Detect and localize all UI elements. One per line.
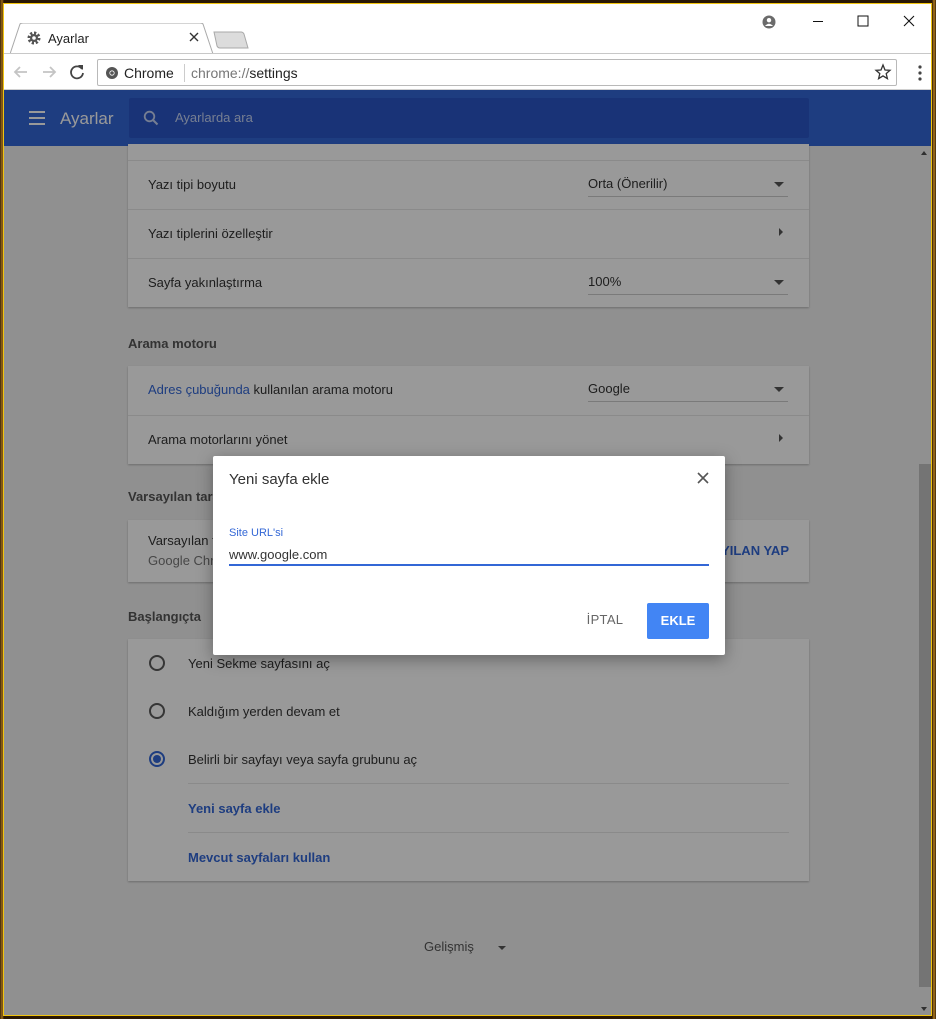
back-icon[interactable] [12, 63, 30, 81]
close-icon[interactable] [695, 470, 711, 486]
minimize-button[interactable] [802, 10, 834, 34]
chrome-icon [105, 66, 119, 80]
add-page-dialog: Yeni sayfa ekle Site URL'si İPTAL EKLE [213, 456, 725, 655]
omnibox-chip: Chrome [124, 65, 174, 81]
menu-dots-icon[interactable] [917, 64, 923, 82]
site-url-field[interactable] [229, 544, 709, 566]
reload-icon[interactable] [68, 63, 86, 81]
profile-icon[interactable] [753, 10, 785, 34]
dialog-title: Yeni sayfa ekle [229, 471, 330, 488]
new-tab-button[interactable] [213, 31, 249, 49]
site-url-label: Site URL'si [229, 527, 284, 539]
add-button[interactable]: EKLE [647, 603, 709, 639]
tab-title[interactable]: Ayarlar [48, 31, 89, 46]
toolbar: Chrome chrome://settings [4, 53, 931, 90]
cancel-button[interactable]: İPTAL [579, 603, 631, 637]
close-window-button[interactable] [893, 10, 925, 34]
settings-gear-icon [26, 30, 42, 46]
forward-icon[interactable] [40, 63, 58, 81]
url-path: settings [249, 65, 298, 81]
bookmark-star-icon[interactable] [874, 63, 892, 81]
omnibox-separator [184, 64, 185, 82]
url-text[interactable]: chrome://settings [191, 65, 298, 81]
browser-window: Ayarlar Chrome chrome://settings Ayarlar… [3, 3, 932, 1016]
title-bar: Ayarlar [4, 4, 931, 54]
url-scheme: chrome:// [191, 65, 250, 81]
maximize-button[interactable] [847, 10, 879, 34]
tab-close-icon[interactable] [186, 29, 202, 45]
omnibox[interactable]: Chrome chrome://settings [97, 59, 897, 86]
